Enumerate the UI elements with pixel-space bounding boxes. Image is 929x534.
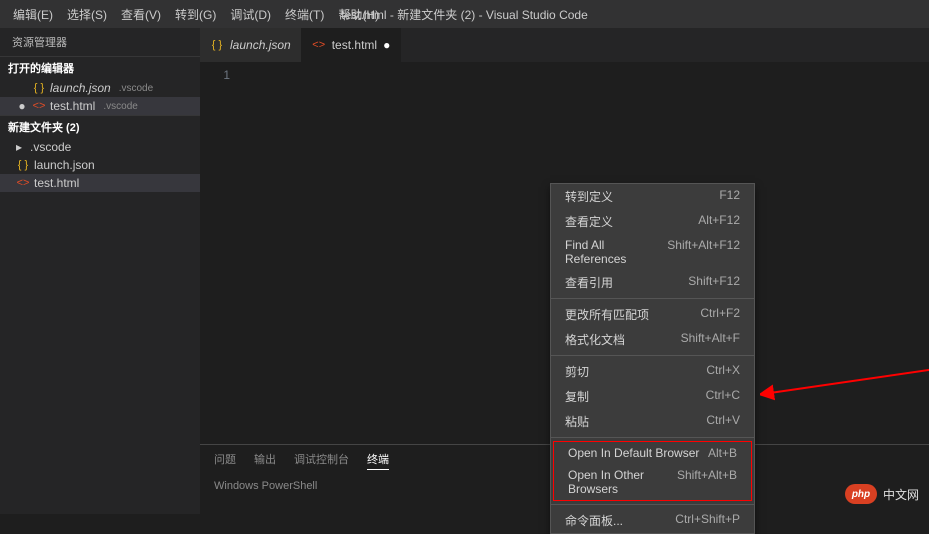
menu-selection[interactable]: 选择(S) (60, 2, 114, 27)
ctx-format[interactable]: 格式化文档 Shift+Alt+F (551, 327, 754, 352)
folder-header[interactable]: 新建文件夹 (2) (0, 115, 200, 138)
file-name: test.html (34, 176, 79, 190)
tree-folder[interactable]: ▸ .vscode (0, 138, 200, 156)
panel-tab-problems[interactable]: 问题 (214, 451, 236, 470)
ctx-copy[interactable]: 复制 Ctrl+C (551, 384, 754, 409)
menu-edit[interactable]: 编辑(E) (6, 2, 60, 27)
file-name: launch.json (50, 81, 111, 95)
ctx-shortcut: Ctrl+V (706, 413, 740, 430)
editor-area: { } launch.json <> test.html ● 1 转到定义 F1… (200, 28, 929, 514)
explorer-sidebar: 资源管理器 打开的编辑器 { } launch.json .vscode ● <… (0, 28, 200, 514)
ctx-label: 查看定义 (565, 213, 613, 230)
ctx-label: 粘贴 (565, 413, 589, 430)
ctx-shortcut: Shift+Alt+B (677, 468, 737, 496)
html-file-icon: <> (16, 176, 30, 190)
watermark: php 中文网 (845, 484, 919, 504)
ctx-shortcut: Ctrl+X (706, 363, 740, 380)
tab-launch-json[interactable]: { } launch.json (200, 28, 302, 62)
json-file-icon: { } (210, 38, 224, 52)
ctx-shortcut: Shift+Alt+F (681, 331, 740, 348)
ctx-label: 转到定义 (565, 188, 613, 205)
open-editor-item[interactable]: ● <> test.html .vscode (0, 97, 200, 115)
ctx-shortcut: Alt+F12 (698, 213, 740, 230)
file-name: launch.json (34, 158, 95, 172)
ctx-change-all[interactable]: 更改所有匹配项 Ctrl+F2 (551, 302, 754, 327)
watermark-text: 中文网 (883, 486, 919, 503)
ctx-paste[interactable]: 粘贴 Ctrl+V (551, 409, 754, 434)
menu-view[interactable]: 查看(V) (114, 2, 168, 27)
ctx-shortcut: F12 (719, 188, 740, 205)
ctx-label: 命令面板... (565, 512, 623, 529)
ctx-goto-definition[interactable]: 转到定义 F12 (551, 184, 754, 209)
ctx-label: 查看引用 (565, 274, 613, 291)
ctx-shortcut: Ctrl+Shift+P (675, 512, 740, 529)
panel-tab-terminal[interactable]: 终端 (367, 451, 389, 470)
ctx-label: 格式化文档 (565, 331, 625, 348)
file-name: test.html (50, 99, 95, 113)
file-hint: .vscode (103, 101, 137, 112)
file-hint: .vscode (119, 83, 153, 94)
menu-bar: 编辑(E) 选择(S) 查看(V) 转到(G) 调试(D) 终端(T) 帮助(H… (0, 0, 929, 28)
ctx-shortcut: Shift+Alt+F12 (667, 238, 740, 266)
dirty-icon: ● (383, 38, 390, 52)
ctx-open-default-browser[interactable]: Open In Default Browser Alt+B (554, 442, 751, 464)
line-numbers: 1 (200, 62, 244, 444)
open-editor-item[interactable]: { } launch.json .vscode (0, 79, 200, 97)
tree-file[interactable]: <> test.html (0, 174, 200, 192)
ctx-open-other-browsers[interactable]: Open In Other Browsers Shift+Alt+B (554, 464, 751, 500)
menu-separator (551, 504, 754, 505)
ctx-shortcut: Ctrl+F2 (700, 306, 740, 323)
ctx-shortcut: Shift+F12 (688, 274, 740, 291)
panel-tab-output[interactable]: 输出 (254, 451, 276, 470)
menu-terminal[interactable]: 终端(T) (278, 2, 331, 27)
ctx-label: Open In Default Browser (568, 446, 699, 460)
ctx-label: 剪切 (565, 363, 589, 380)
ctx-label: Find All References (565, 238, 667, 266)
json-file-icon: { } (32, 81, 46, 95)
chevron-icon: ▸ (16, 140, 26, 154)
html-file-icon: <> (312, 38, 326, 52)
dirty-icon[interactable]: ● (16, 99, 28, 113)
menu-separator (551, 437, 754, 438)
json-file-icon: { } (16, 158, 30, 172)
ctx-peek-definition[interactable]: 查看定义 Alt+F12 (551, 209, 754, 234)
ctx-label: 复制 (565, 388, 589, 405)
menu-separator (551, 298, 754, 299)
ctx-cut[interactable]: 剪切 Ctrl+X (551, 359, 754, 384)
ctx-find-references[interactable]: Find All References Shift+Alt+F12 (551, 234, 754, 270)
context-menu: 转到定义 F12 查看定义 Alt+F12 Find All Reference… (550, 183, 755, 534)
panel-tab-debug-console[interactable]: 调试控制台 (294, 451, 349, 470)
editor-tabs: { } launch.json <> test.html ● (200, 28, 929, 62)
tab-label: launch.json (230, 38, 291, 52)
ctx-peek-references[interactable]: 查看引用 Shift+F12 (551, 270, 754, 295)
html-file-icon: <> (32, 99, 46, 113)
folder-name: .vscode (30, 140, 71, 154)
explorer-title: 资源管理器 (0, 28, 200, 56)
tab-label: test.html (332, 38, 377, 52)
ctx-shortcut: Alt+B (708, 446, 737, 460)
menu-go[interactable]: 转到(G) (168, 2, 223, 27)
line-number: 1 (200, 68, 230, 82)
highlight-annotation: Open In Default Browser Alt+B Open In Ot… (553, 441, 752, 501)
ctx-command-palette[interactable]: 命令面板... Ctrl+Shift+P (551, 508, 754, 533)
menu-items: 编辑(E) 选择(S) 查看(V) 转到(G) 调试(D) 终端(T) 帮助(H… (0, 2, 386, 27)
php-logo-icon: php (845, 484, 877, 504)
menu-debug[interactable]: 调试(D) (223, 2, 278, 27)
tree-file[interactable]: { } launch.json (0, 156, 200, 174)
menu-separator (551, 355, 754, 356)
open-editors-header[interactable]: 打开的编辑器 (0, 56, 200, 79)
ctx-shortcut: Ctrl+C (706, 388, 740, 405)
ctx-label: Open In Other Browsers (568, 468, 677, 496)
window-title: test.html - 新建文件夹 (2) - Visual Studio Co… (341, 6, 588, 23)
tab-test-html[interactable]: <> test.html ● (302, 28, 402, 62)
ctx-label: 更改所有匹配项 (565, 306, 649, 323)
